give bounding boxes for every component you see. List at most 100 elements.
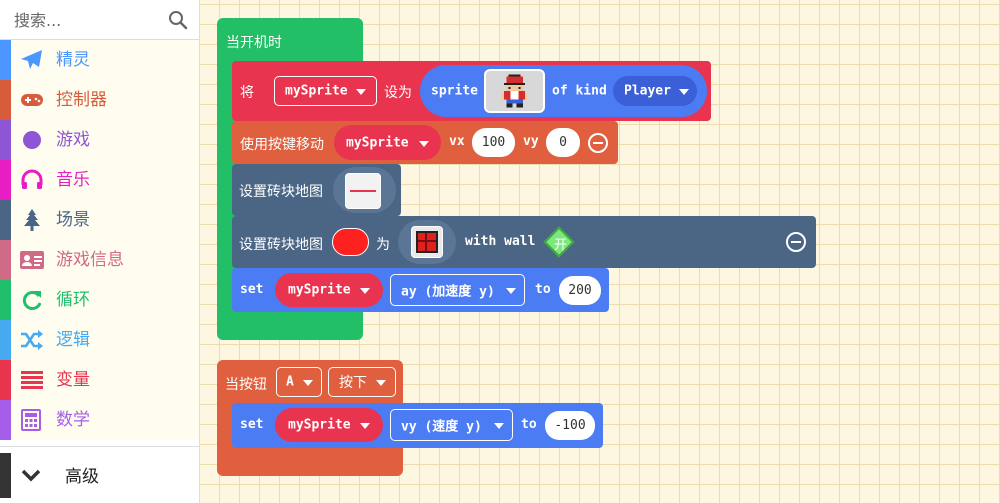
set-sprite-block[interactable]: 将 mySprite 设为 sprite of kind Player <box>232 61 711 121</box>
variable-name: mySprite <box>285 83 348 99</box>
category-label: 游戏 <box>56 130 90 150</box>
tile-image-picker[interactable] <box>398 220 456 264</box>
caret-down-icon <box>679 89 689 95</box>
category-controller[interactable]: 控制器 <box>0 80 199 120</box>
of-kind-label: of kind <box>552 83 607 99</box>
search-icon[interactable] <box>168 10 188 30</box>
ay-value-input[interactable]: 200 <box>559 276 601 305</box>
button-name: A <box>286 374 294 390</box>
vx-label: vx <box>449 134 465 149</box>
caret-down-icon <box>303 380 313 386</box>
sprite-image-picker[interactable] <box>484 69 545 113</box>
search-box <box>0 0 199 40</box>
category-music[interactable]: 音乐 <box>0 160 199 200</box>
set-tile-block[interactable]: 设置砖块地图 为 with wall 开 <box>232 216 816 268</box>
category-label: 数学 <box>56 410 90 430</box>
to-label: to <box>521 417 537 432</box>
category-logic[interactable]: 逻辑 <box>0 320 199 360</box>
caret-down-icon <box>419 140 429 147</box>
move-with-buttons-block[interactable]: 使用按键移动 mySprite vx 100 vy 0 <box>232 121 618 164</box>
refresh-icon <box>22 291 42 310</box>
variable-dropdown[interactable]: mySprite <box>274 76 377 106</box>
vx-input[interactable]: 100 <box>472 128 515 157</box>
tile-image <box>411 226 443 258</box>
event-dropdown[interactable]: 按下 <box>328 367 396 397</box>
category-color-bar <box>0 360 11 400</box>
toolbox: 精灵 控制器 游戏 音乐 场景 游戏信息 循环 逻辑 变量 <box>0 0 200 503</box>
category-color-bar <box>0 40 11 80</box>
caret-down-icon <box>506 288 516 294</box>
category-color-bar <box>0 200 11 240</box>
set-ay-block[interactable]: set mySprite ay (加速度 y) to 200 <box>232 268 609 312</box>
wall-toggle-label: 开 <box>554 238 568 253</box>
event-name: 按下 <box>339 375 367 391</box>
variable-name: mySprite <box>288 282 351 298</box>
category-game[interactable]: 游戏 <box>0 120 199 160</box>
circle-icon <box>23 131 41 149</box>
list-icon <box>21 371 43 389</box>
on-button-label: 当按钮 <box>225 377 267 393</box>
to-label: 设为 <box>384 85 412 101</box>
caret-down-icon <box>376 380 386 386</box>
category-label: 音乐 <box>56 170 90 190</box>
category-label: 精灵 <box>56 50 90 70</box>
kind-name: Player <box>624 83 671 99</box>
create-sprite-block[interactable]: sprite of kind Player <box>420 65 707 117</box>
category-label: 循环 <box>56 290 90 310</box>
category-color-bar <box>0 160 11 200</box>
workspace[interactable]: 当开机时 将 mySprite 设为 sprite of kind Player… <box>200 0 1000 503</box>
to-label: to <box>535 282 551 297</box>
category-scene[interactable]: 场景 <box>0 200 199 240</box>
category-color-bar <box>0 240 11 280</box>
category-label: 变量 <box>56 370 90 390</box>
button-dropdown[interactable]: A <box>276 367 322 397</box>
set-tilemap-block[interactable]: 设置砖块地图 <box>232 164 401 216</box>
category-color-bar <box>0 453 11 498</box>
shuffle-icon <box>21 330 43 350</box>
set-tile-label: 设置砖块地图 <box>239 237 323 253</box>
search-input[interactable] <box>12 6 166 34</box>
set-label: 将 <box>240 85 254 101</box>
calculator-icon <box>21 409 41 431</box>
category-label: 高级 <box>65 467 99 487</box>
category-color-bar <box>0 80 11 120</box>
caret-down-icon <box>360 288 370 294</box>
tile-color-picker[interactable] <box>332 228 369 256</box>
category-info[interactable]: 游戏信息 <box>0 240 199 280</box>
category-label: 逻辑 <box>56 330 90 350</box>
variable-dropdown[interactable]: mySprite <box>275 408 383 442</box>
property-dropdown[interactable]: ay (加速度 y) <box>390 274 525 306</box>
set-tilemap-label: 设置砖块地图 <box>239 184 323 200</box>
category-loops[interactable]: 循环 <box>0 280 199 320</box>
remove-argument-icon[interactable] <box>588 133 608 153</box>
tilemap-picker[interactable] <box>333 167 396 213</box>
chevron-down-icon <box>21 469 41 482</box>
variable-dropdown[interactable]: mySprite <box>334 125 441 160</box>
set-vy-block[interactable]: set mySprite vy (速度 y) to -100 <box>232 403 603 448</box>
headphones-icon <box>21 169 43 189</box>
variable-dropdown[interactable]: mySprite <box>275 273 383 307</box>
kind-dropdown[interactable]: Player <box>613 76 697 106</box>
variable-name: mySprite <box>288 417 351 433</box>
caret-down-icon <box>356 89 366 95</box>
category-math[interactable]: 数学 <box>0 400 199 440</box>
category-label: 控制器 <box>56 90 107 110</box>
vy-value-input[interactable]: -100 <box>545 411 595 440</box>
tilemap-wall-line <box>350 190 376 192</box>
remove-argument-icon[interactable] <box>786 232 806 252</box>
tilemap-thumbnail <box>345 173 381 209</box>
category-label: 游戏信息 <box>56 250 124 270</box>
property-dropdown[interactable]: vy (速度 y) <box>390 409 513 441</box>
vy-input[interactable]: 0 <box>546 128 580 157</box>
on-start-label: 当开机时 <box>226 35 282 51</box>
category-advanced[interactable]: 高级 <box>0 446 199 503</box>
id-card-icon <box>20 251 44 269</box>
category-sprites[interactable]: 精灵 <box>0 40 199 80</box>
paper-plane-icon <box>21 50 42 69</box>
category-variables[interactable]: 变量 <box>0 360 199 400</box>
category-color-bar <box>0 400 11 440</box>
category-color-bar <box>0 280 11 320</box>
move-label: 使用按键移动 <box>240 137 324 153</box>
category-label: 场景 <box>56 210 90 230</box>
sprite-image <box>502 74 527 108</box>
